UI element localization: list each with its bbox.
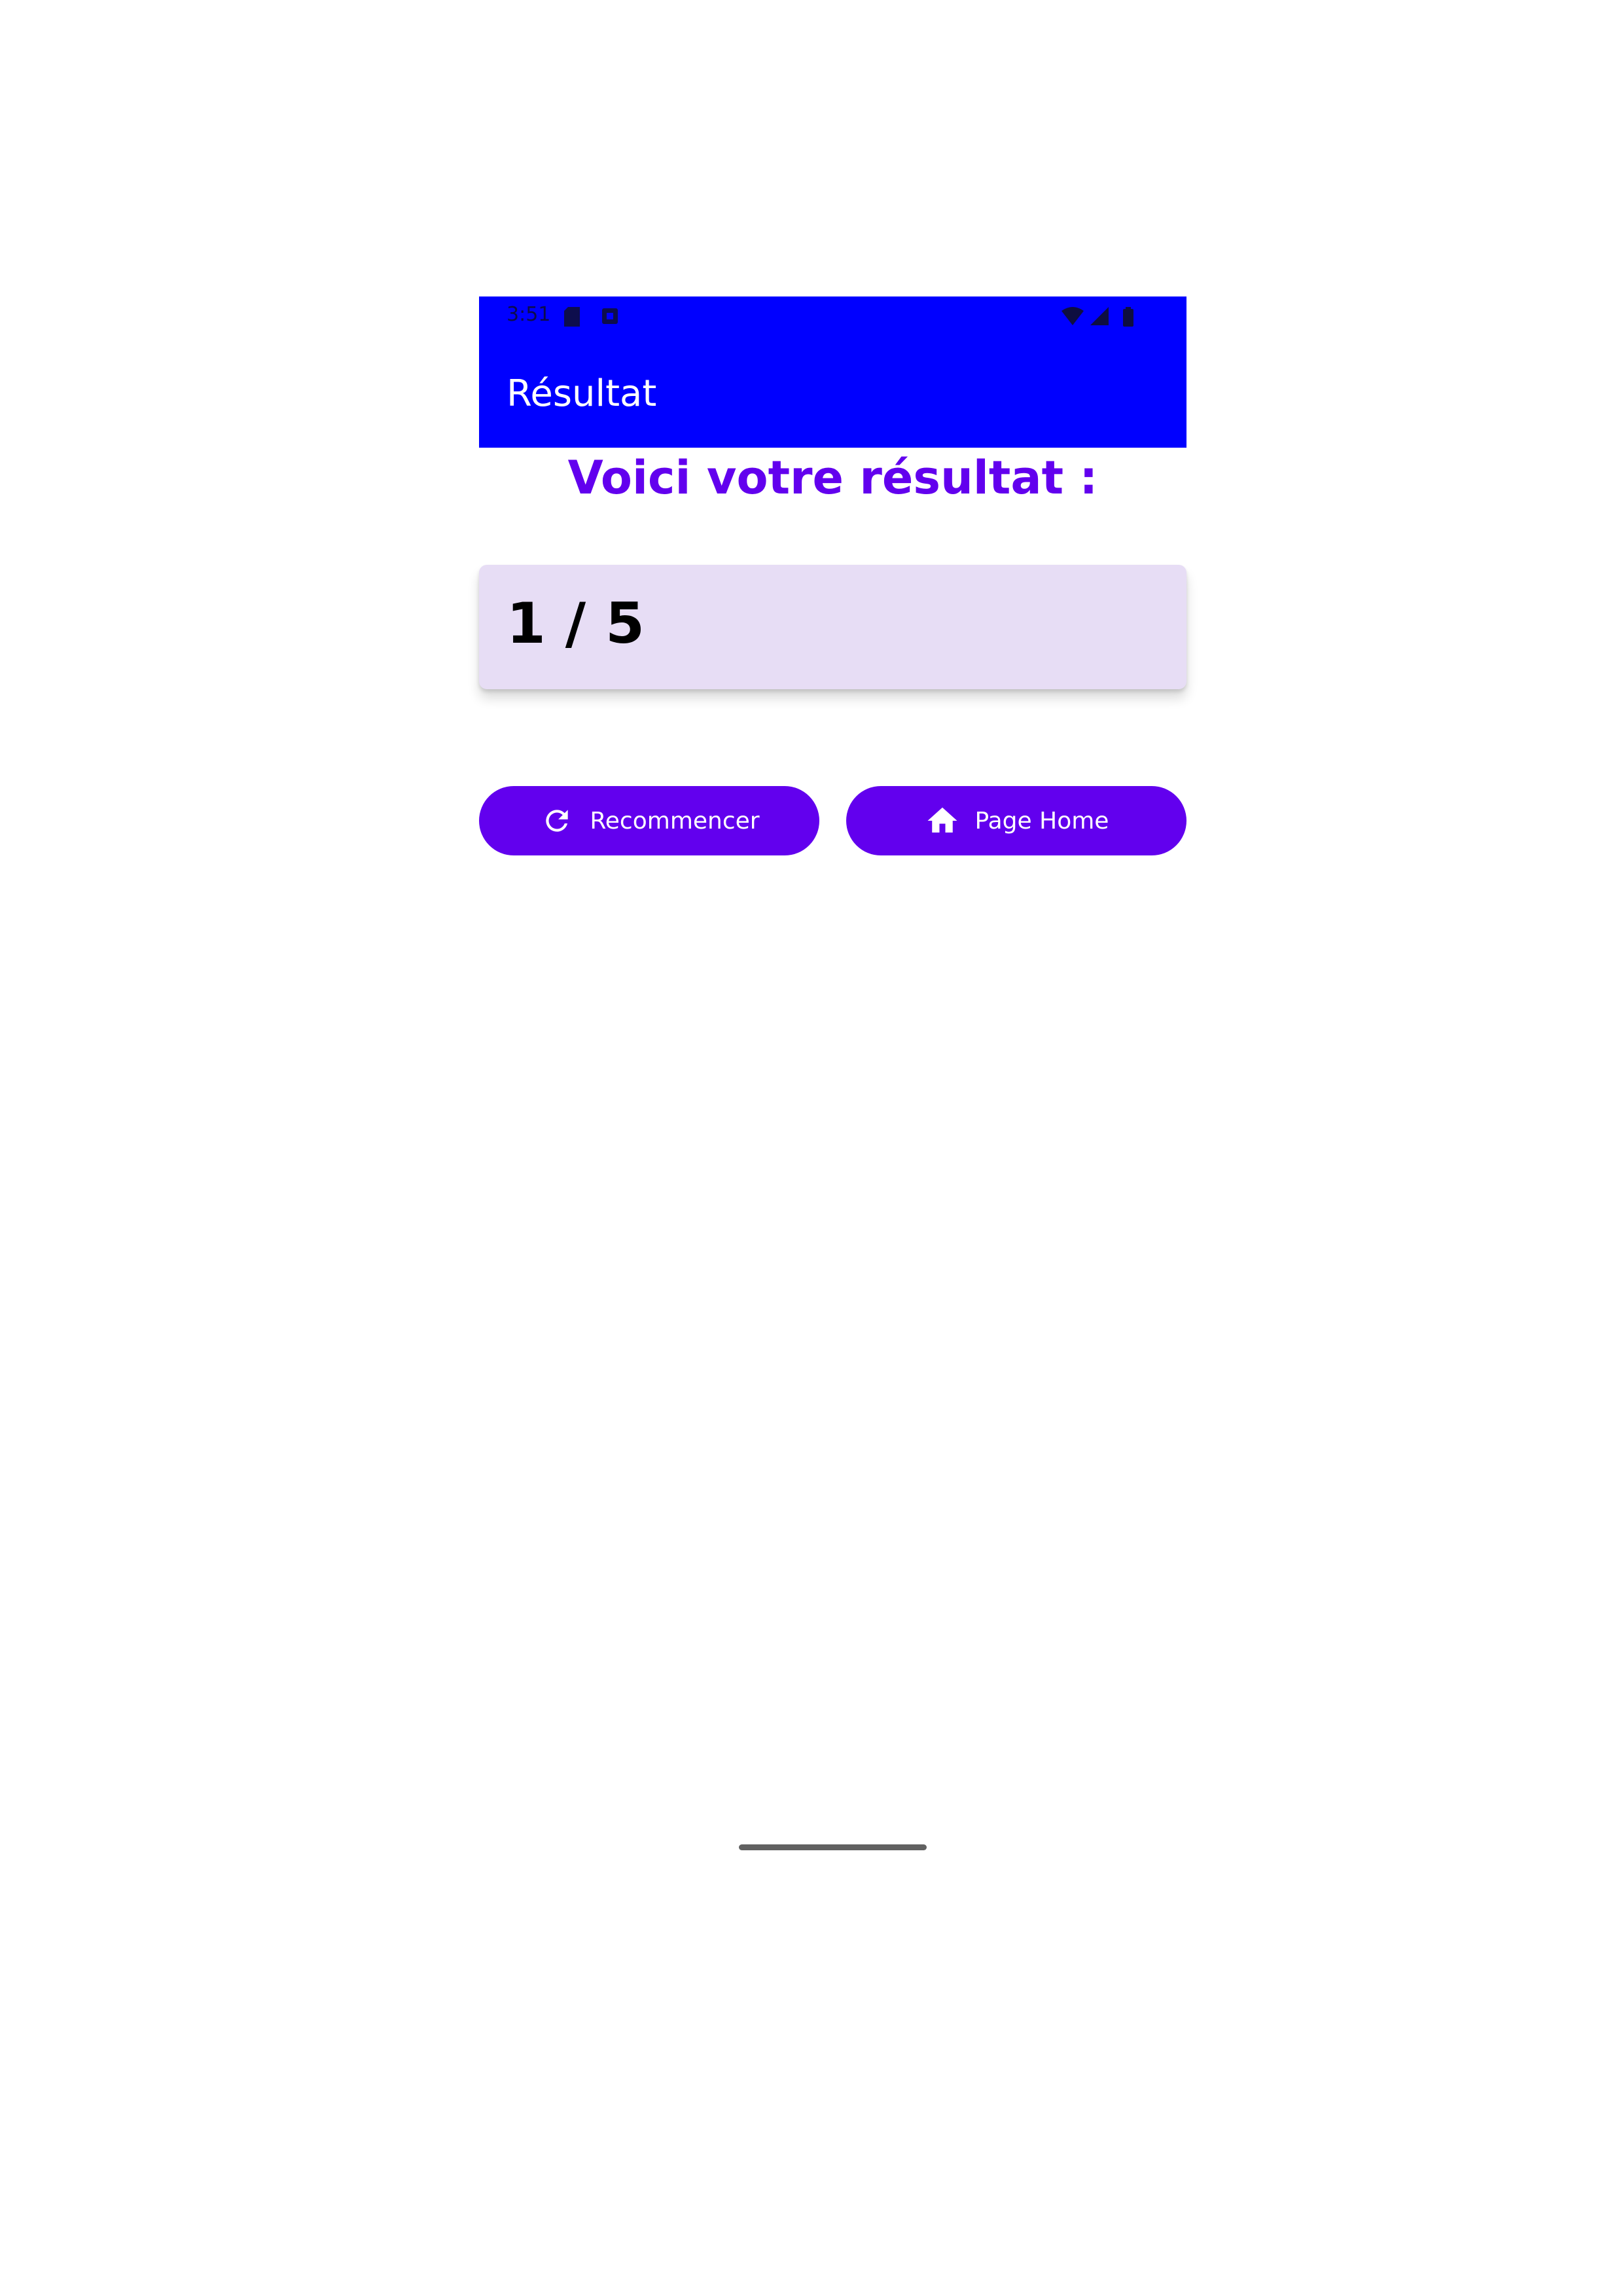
restart-button-label: Recommencer xyxy=(590,807,760,834)
home-button[interactable]: Page Home xyxy=(846,786,1186,855)
wifi-icon xyxy=(1061,307,1084,329)
page-title: Résultat xyxy=(507,372,657,415)
notification-icon xyxy=(601,307,619,329)
refresh-icon xyxy=(539,802,575,839)
app-bar: 3:51 Résultat xyxy=(479,296,1186,448)
status-time: 3:51 xyxy=(507,303,551,326)
score-value: 1 / 5 xyxy=(507,591,645,656)
restart-button[interactable]: Recommencer xyxy=(479,786,819,855)
battery-icon xyxy=(1123,307,1133,330)
home-button-label: Page Home xyxy=(974,807,1109,834)
status-bar: 3:51 xyxy=(479,296,1186,336)
phone-screen: 3:51 Résultat Voici votre résultat: 1 /… xyxy=(479,296,1186,1928)
navigation-handle[interactable] xyxy=(739,1844,927,1850)
result-heading: Voici votre résultat : xyxy=(567,451,1098,505)
score-card: 1 / 5 xyxy=(479,565,1186,689)
sim-card-icon xyxy=(564,307,580,330)
signal-icon xyxy=(1090,307,1109,329)
home-icon xyxy=(924,802,961,839)
